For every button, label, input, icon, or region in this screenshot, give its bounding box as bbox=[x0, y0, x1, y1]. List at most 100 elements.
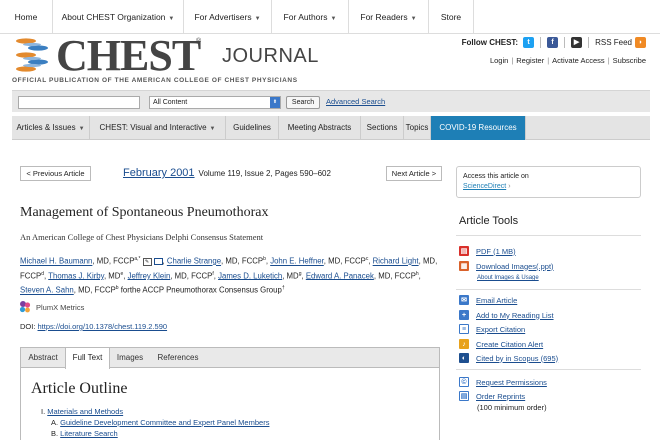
brand-name: CHEST bbox=[56, 31, 201, 80]
nav-articles-issues[interactable]: Articles & Issues ▼ bbox=[12, 116, 90, 140]
download-images-link[interactable]: ▦ Download Images(.ppt) bbox=[459, 261, 554, 271]
nav-authors-label: For Authors bbox=[283, 12, 328, 22]
facebook-icon[interactable]: f bbox=[547, 36, 559, 48]
citation-alert-link[interactable]: ♪ Create Citation Alert bbox=[459, 339, 543, 349]
author-link[interactable]: Charlie Strange bbox=[167, 257, 221, 266]
article-subtitle: An American College of Chest Physicians … bbox=[20, 232, 264, 242]
section-navigation: Articles & Issues ▼ CHEST: Visual and Int… bbox=[12, 116, 650, 140]
registered-mark: ® bbox=[196, 38, 202, 45]
chevron-down-icon: ▼ bbox=[78, 126, 85, 132]
tab-references[interactable]: References bbox=[150, 348, 206, 368]
divider bbox=[456, 235, 641, 236]
plumx-metrics[interactable]: PlumX Metrics bbox=[18, 300, 84, 314]
access-box: Access this article on ScienceDirect › bbox=[456, 166, 641, 198]
activate-access-link[interactable]: Activate Access bbox=[552, 56, 605, 65]
chevron-down-icon: ▼ bbox=[209, 126, 216, 132]
top-navigation: Home About CHEST Organization ▼ For Adver… bbox=[0, 0, 660, 34]
tab-images[interactable]: Images bbox=[110, 348, 150, 368]
author-credentials: , MD bbox=[282, 271, 299, 281]
affiliation-sup: h bbox=[415, 270, 419, 277]
search-bar: All Content ⬍ Search Advanced Search bbox=[12, 90, 650, 112]
nav-about[interactable]: About CHEST Organization ▼ bbox=[53, 0, 184, 34]
scopus-link[interactable]: ◐ Cited by in Scopus (695) bbox=[459, 353, 558, 363]
issue-month-link[interactable]: February 2001 bbox=[123, 167, 195, 179]
register-link[interactable]: Register bbox=[516, 56, 544, 65]
author-credentials: , MD, FCCP bbox=[373, 271, 416, 281]
advanced-search-link[interactable]: Advanced Search bbox=[326, 97, 385, 106]
article-outline: I. Materials and Methods A. Guideline De… bbox=[41, 406, 269, 439]
article-title: Management of Spontaneous Pneumothorax bbox=[20, 205, 269, 220]
author-link[interactable]: Thomas J. Kirby bbox=[48, 271, 104, 280]
nav-home[interactable]: Home bbox=[0, 0, 53, 34]
affiliation-sup: a,* bbox=[134, 256, 141, 262]
outline-item: A. Guideline Development Committee and E… bbox=[41, 417, 269, 428]
outline-link[interactable]: Materials and Methods bbox=[47, 407, 123, 416]
nav-advertisers-label: For Advertisers bbox=[194, 12, 252, 22]
reprints-icon: ▤ bbox=[459, 391, 469, 401]
request-permissions-link[interactable]: © Request Permissions bbox=[459, 377, 547, 387]
issue-info: February 2001 Volume 119, Issue 2, Pages … bbox=[123, 167, 331, 179]
doi-link[interactable]: https://doi.org/10.1378/chest.119.2.590 bbox=[38, 322, 168, 331]
article-content-panel: Abstract Full Text Images References Art… bbox=[20, 347, 440, 440]
nav-topics[interactable]: Topics bbox=[404, 116, 431, 140]
chest-journal-logo[interactable]: CHEST ® JOURNAL OFFICIAL PUBLICATION OF … bbox=[12, 31, 322, 90]
author-credentials: , MD, FCCP bbox=[73, 285, 116, 295]
subscribe-link[interactable]: Subscribe bbox=[613, 56, 646, 65]
youtube-icon[interactable]: ▶ bbox=[571, 36, 583, 48]
scopus-label: Cited by in Scopus (695) bbox=[476, 353, 559, 363]
tab-full-text[interactable]: Full Text bbox=[65, 348, 110, 369]
order-reprints-link[interactable]: ▤ Order Reprints bbox=[459, 391, 525, 401]
previous-article-button[interactable]: < Previous Article bbox=[20, 166, 91, 181]
search-button[interactable]: Search bbox=[286, 96, 320, 109]
author-credentials: , MD, FCCP bbox=[92, 256, 135, 266]
export-citation-link[interactable]: ≡ Export Citation bbox=[459, 324, 525, 334]
about-images-link[interactable]: About Images & Usage bbox=[477, 275, 539, 281]
outline-link[interactable]: Guideline Development Committee and Expe… bbox=[60, 418, 269, 427]
twitter-icon[interactable]: t bbox=[523, 36, 535, 48]
rss-link[interactable]: RSS Feed ◗ bbox=[595, 36, 646, 48]
chevron-down-icon: ▼ bbox=[330, 16, 337, 22]
author-credentials: , MD, FCCP bbox=[323, 256, 366, 266]
author-link[interactable]: James D. Luketich bbox=[218, 271, 282, 280]
nav-meeting-abstracts[interactable]: Meeting Abstracts bbox=[279, 116, 361, 140]
correspondence-icon[interactable]: ✎ bbox=[142, 257, 152, 266]
citation-alert-label: Create Citation Alert bbox=[476, 339, 544, 349]
author-credentials: , MD, FCCP bbox=[170, 271, 213, 281]
outline-link[interactable]: Literature Search bbox=[60, 429, 118, 438]
affiliation-sup: b bbox=[263, 256, 266, 262]
reading-list-label: Add to My Reading List bbox=[476, 310, 554, 320]
author-link[interactable]: Steven A. Sahn bbox=[20, 286, 74, 295]
tab-abstract[interactable]: Abstract bbox=[21, 348, 65, 368]
email-article-link[interactable]: ✉ Email Article bbox=[459, 295, 517, 305]
nav-authors[interactable]: For Authors ▼ bbox=[272, 0, 349, 34]
author-link[interactable]: Michael H. Baumann bbox=[20, 257, 92, 266]
list-icon: ≡ bbox=[459, 324, 469, 334]
nav-sections[interactable]: Sections bbox=[361, 116, 404, 140]
nav-store[interactable]: Store bbox=[429, 0, 474, 34]
nav-readers[interactable]: For Readers ▼ bbox=[349, 0, 429, 34]
pdf-link[interactable]: ▤ PDF (1 MB) bbox=[459, 246, 516, 256]
author-link[interactable]: Edward A. Panacek bbox=[306, 271, 374, 280]
search-input[interactable] bbox=[18, 96, 140, 109]
sciencedirect-link[interactable]: ScienceDirect bbox=[463, 183, 506, 190]
author-link[interactable]: Richard Light bbox=[373, 257, 419, 266]
author-link[interactable]: Jeffrey Klein bbox=[128, 271, 171, 280]
nav-advertisers[interactable]: For Advertisers ▼ bbox=[184, 0, 272, 34]
tagline: OFFICIAL PUBLICATION OF THE AMERICAN COL… bbox=[12, 77, 298, 84]
search-scope-select[interactable]: All Content ⬍ bbox=[149, 96, 281, 109]
email-icon[interactable] bbox=[153, 258, 163, 266]
author-link[interactable]: John E. Heffner bbox=[270, 257, 324, 266]
affiliation-sup: g bbox=[298, 270, 302, 277]
doi-line: DOI: https://doi.org/10.1378/chest.119.2… bbox=[20, 322, 167, 331]
follow-label: Follow CHEST: bbox=[461, 37, 519, 47]
reading-list-link[interactable]: + Add to My Reading List bbox=[459, 310, 554, 320]
journal-word: JOURNAL bbox=[222, 45, 319, 67]
account-links: Login | Register | Activate Access | Subscribe bbox=[489, 56, 646, 65]
nav-covid-resources[interactable]: COVID-19 Resources bbox=[431, 116, 526, 140]
next-article-button[interactable]: Next Article > bbox=[386, 166, 442, 181]
affiliation-sup: e bbox=[120, 270, 124, 277]
nav-guidelines-label: Guidelines bbox=[233, 123, 271, 132]
nav-guidelines[interactable]: Guidelines bbox=[226, 116, 279, 140]
nav-visual-interactive[interactable]: CHEST: Visual and Interactive ▼ bbox=[90, 116, 226, 140]
login-link[interactable]: Login bbox=[490, 56, 508, 65]
